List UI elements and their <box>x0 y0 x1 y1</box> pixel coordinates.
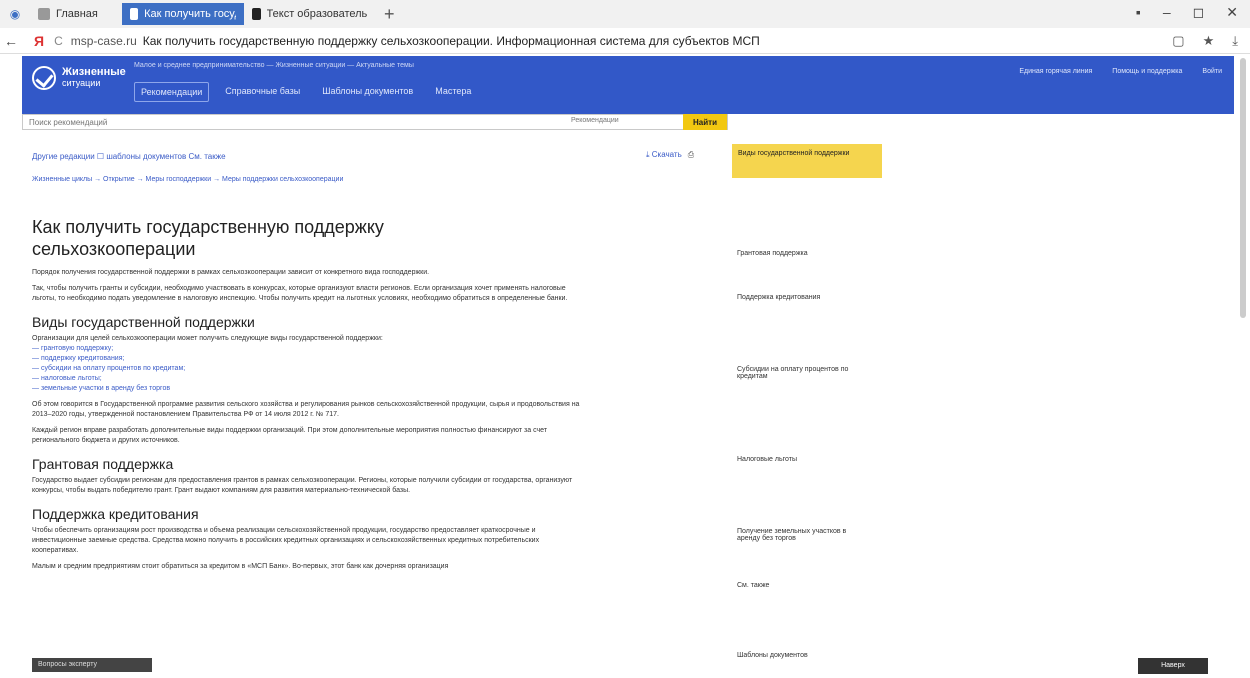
window-controls: ▪ – ◻ ✕ <box>1136 4 1238 21</box>
download-icon[interactable]: ⤓ <box>1232 33 1238 49</box>
minimize-icon[interactable]: – <box>1163 4 1171 21</box>
header-right-links: Единая горячая линия Помощь и поддержка … <box>1019 68 1222 75</box>
search-button[interactable]: Найти <box>683 114 727 130</box>
toc-item[interactable]: Субсидии на оплату процентов по кредитам <box>737 366 867 380</box>
logo-line1: Жизненные <box>62 66 126 78</box>
header-breadcrumbs[interactable]: Малое и среднее предпринимательство — Жи… <box>134 62 414 69</box>
header-nav: Рекомендации Справочные базы Шаблоны док… <box>134 82 477 102</box>
search-input[interactable] <box>23 115 563 129</box>
support-types-list: — грантовую поддержку; — поддержку креди… <box>32 344 580 394</box>
tabs-menu-icon[interactable]: ▪ <box>1136 4 1141 21</box>
paragraph: Порядок получения государственной поддер… <box>32 269 430 276</box>
checkmark-logo-icon <box>32 66 56 90</box>
toc-item[interactable]: Поддержка кредитования <box>737 294 877 301</box>
paragraph: Организации для целей сельхозкооперации … <box>32 335 383 342</box>
list-item[interactable]: — грантовую поддержку; <box>32 344 580 354</box>
tab-favicon-icon <box>38 8 50 20</box>
print-icon[interactable]: ⎙ <box>688 150 694 160</box>
tab-label: Главная <box>56 8 98 20</box>
paragraph: Государство выдает субсидии регионам для… <box>32 477 573 494</box>
tab-label: Как получить государств… <box>144 8 236 20</box>
section-heading: Виды государственной поддержки <box>32 314 255 330</box>
url-host[interactable]: msp-case.ru <box>71 34 137 48</box>
toc-item[interactable]: Налоговые льготы <box>737 456 877 463</box>
page-title: Как получить государственную поддержку с… <box>32 217 384 259</box>
address-right-icons: ▢ ★ ⤓ <box>1172 33 1238 49</box>
back-icon[interactable]: ← <box>0 33 22 49</box>
paragraph: Так, чтобы получить гранты и субсидии, н… <box>32 285 568 302</box>
tab-main[interactable]: Главная <box>30 3 122 25</box>
login-link[interactable]: Войти <box>1202 68 1222 75</box>
tab-label: Текст образовательного с… <box>266 8 368 20</box>
hotline-link[interactable]: Единая горячая линия <box>1019 68 1092 75</box>
scrollbar[interactable] <box>1240 58 1246 318</box>
document-links[interactable]: Другие редакции ☐ шаблоны документов См.… <box>32 152 226 161</box>
yandex-logo-icon[interactable]: Я <box>34 33 44 49</box>
download-area: ⤓ Скачать ⎙ <box>646 150 694 160</box>
reader-icon[interactable]: ▢ <box>1172 33 1184 49</box>
paragraph: Каждый регион вправе разработать дополни… <box>32 427 548 444</box>
maximize-icon[interactable]: ◻ <box>1193 4 1205 21</box>
search-bar: Рекомендации Найти <box>22 114 728 130</box>
toc-item[interactable]: См. также <box>737 582 877 589</box>
nav-templates[interactable]: Шаблоны документов <box>316 82 419 102</box>
list-item[interactable]: — поддержку кредитования; <box>32 354 580 364</box>
site-logo[interactable]: Жизненные ситуации <box>32 66 126 90</box>
paragraph: Об этом говорится в Государственной прог… <box>32 401 580 418</box>
site-header: Жизненные ситуации Малое и среднее предп… <box>22 56 1234 114</box>
list-item[interactable]: — земельные участки в аренду без торгов <box>32 384 580 394</box>
toc-item[interactable]: Грантовая поддержка <box>737 250 877 257</box>
tab-active[interactable]: Как получить государств… <box>122 3 244 25</box>
new-tab-button[interactable]: + <box>384 4 395 25</box>
close-icon[interactable]: ✕ <box>1226 4 1238 21</box>
page-title-in-address[interactable]: Как получить государственную поддержку с… <box>143 34 760 48</box>
list-item[interactable]: — субсидии на оплату процентов по кредит… <box>32 364 580 374</box>
tab-favicon-icon <box>252 8 261 20</box>
nav-reference[interactable]: Справочные базы <box>219 82 306 102</box>
reload-icon[interactable]: C <box>54 34 63 48</box>
search-scope-select[interactable]: Рекомендации <box>571 117 619 124</box>
expert-question-button[interactable]: Вопросы эксперту <box>32 658 152 672</box>
bookmark-star-icon[interactable]: ★ <box>1203 33 1215 49</box>
scroll-top-button[interactable]: Наверх <box>1138 658 1208 674</box>
toc-item[interactable]: Получение земельных участков в аренду бе… <box>737 528 857 542</box>
nav-wizards[interactable]: Мастера <box>429 82 477 102</box>
breadcrumb[interactable]: Жизненные циклы → Открытие → Меры господ… <box>32 176 343 183</box>
paragraph: Чтобы обеспечить организациям рост произ… <box>32 527 540 554</box>
browser-menu-icon[interactable]: ◉ <box>0 7 30 21</box>
download-link[interactable]: ⤓ Скачать <box>646 150 682 160</box>
list-item[interactable]: — налоговые льготы; <box>32 374 580 384</box>
address-bar: ← Я C msp-case.ru Как получить государст… <box>0 28 1250 54</box>
browser-tab-bar: ◉ Главная Как получить государств… Текст… <box>0 0 1250 28</box>
section-heading: Поддержка кредитования <box>32 506 199 522</box>
toc-item[interactable]: Шаблоны документов <box>737 652 877 659</box>
tab-text[interactable]: Текст образовательного с… <box>244 3 376 25</box>
help-link[interactable]: Помощь и поддержка <box>1112 68 1182 75</box>
nav-recommendations[interactable]: Рекомендации <box>134 82 210 102</box>
logo-line2: ситуации <box>62 78 101 88</box>
toc-item-active[interactable]: Виды государственной поддержки <box>732 144 882 178</box>
tab-favicon-icon <box>130 8 139 20</box>
paragraph: Малым и средним предприятиям стоит обрат… <box>32 563 449 570</box>
section-heading: Грантовая поддержка <box>32 456 174 472</box>
article: Как получить государственную поддержку с… <box>32 216 580 578</box>
